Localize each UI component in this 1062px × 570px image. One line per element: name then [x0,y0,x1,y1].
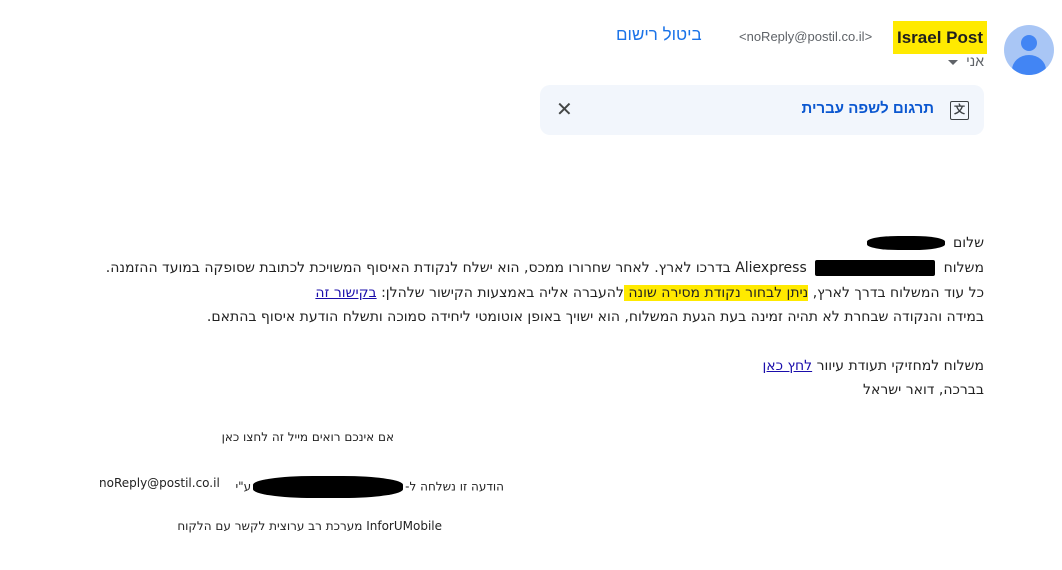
redacted-name [866,236,945,250]
body-line-1-start: משלוח [943,260,984,276]
body-line-2-after: להעברה אליה באמצעות הקישור שלהלן: [376,285,624,301]
translate-bar: ✕ תרגום לשפה עברית 文 [540,85,984,135]
greeting-text: שלום [953,235,984,251]
sent-by-text: ע"י [235,479,252,494]
body-line-4: משלוח למחזיקי תעודת עיוור לחץ כאן [762,358,984,374]
signoff: בברכה, דואר ישראל [863,382,984,398]
sender-avatar[interactable] [1004,25,1054,75]
body-line-4-text: משלוח למחזיקי תעודת עיוור [812,358,984,374]
avatar-body-shape [1012,55,1046,75]
body-line-1-text: Aliexpress בדרכו לארץ. לאחר שחרורו ממכס,… [105,260,807,276]
body-line-1: משלוח Aliexpress בדרכו לארץ. לאחר שחרורו… [106,260,984,276]
body-line-3: במידה והנקודה שבחרת לא תהיה זמינה בעת הג… [206,309,984,325]
greeting-line: שלום [866,235,984,251]
body-line-2-before: כל עוד המשלוח בדרך לארץ, [808,285,984,301]
redacted-item [815,260,936,276]
recipient-details-caret-icon[interactable] [948,60,958,65]
sender-email: <noReply@postil.co.il> [739,29,873,44]
change-pickup-link[interactable]: בקישור זה [315,285,376,301]
blind-cert-link[interactable]: לחץ כאן [762,358,812,374]
translate-icon[interactable]: 文 [950,101,969,120]
unsubscribe-button[interactable]: ביטול רישום [616,25,702,45]
footer-system-text: InforUMobile מערכת רב ערוצית לקשר עם הלק… [177,519,442,533]
sender-name[interactable]: Israel Post [893,21,987,54]
recipient-label: אני [966,53,984,69]
sent-to-text: הודעה זו נשלחה ל- [405,479,504,494]
redacted-recipient [253,476,404,498]
footer-sent-to: הודעה זו נשלחה ל- ע"י [235,476,504,498]
body-line-2: כל עוד המשלוח בדרך לארץ, ניתן לבחור נקוד… [315,285,984,301]
avatar-head-shape [1021,35,1037,51]
highlighted-text: ניתן לבחור נקודת מסירה שונה [623,285,809,301]
footer-sender-email: noReply@postil.co.il [99,476,220,490]
view-in-browser-link[interactable]: אם אינכם רואים מייל זה לחצו כאן [222,430,394,444]
close-icon[interactable]: ✕ [556,98,573,120]
translate-link[interactable]: תרגום לשפה עברית [802,100,934,117]
